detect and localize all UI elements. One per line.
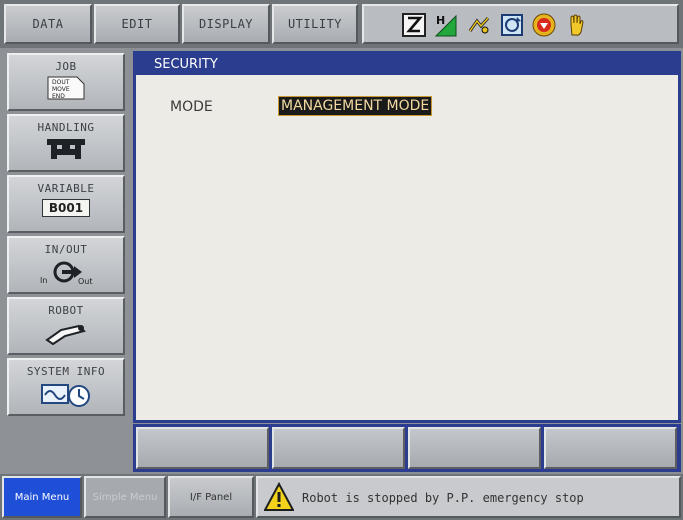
hand-icon <box>570 14 584 36</box>
if-panel-button[interactable]: I/F Panel <box>168 476 254 518</box>
variable-value: B001 <box>41 199 91 217</box>
stop-icon <box>532 13 556 37</box>
function-key-2[interactable] <box>272 427 405 469</box>
bottom-bar: Main Menu Simple Menu I/F Panel Robot is… <box>0 474 683 520</box>
menu-data-button[interactable]: DATA <box>4 4 92 44</box>
robot-arm-icon <box>45 324 86 346</box>
message-area[interactable]: Robot is stopped by P.P. emergency stop <box>256 476 681 518</box>
system-info-label: SYSTEM INFO <box>26 365 106 378</box>
function-key-4[interactable] <box>544 427 677 469</box>
in-out-button[interactable]: IN/OUT In Out <box>7 236 125 294</box>
variable-label: VARIABLE <box>37 182 95 195</box>
top-menu-bar: DATA EDIT DISPLAY UTILITY H <box>0 0 683 48</box>
in-out-icon: In Out <box>40 261 93 285</box>
variable-button[interactable]: VARIABLE B001 <box>7 175 125 233</box>
robot-label: ROBOT <box>48 304 84 317</box>
menu-edit-button[interactable]: EDIT <box>94 4 180 44</box>
job-icon-line-1: DOUT <box>52 79 70 86</box>
main-menu-panel: JOB DOUT MOVE END HANDLING VARIABLE B001… <box>0 48 130 518</box>
menu-utility-button[interactable]: UTILITY <box>272 4 358 44</box>
job-icon-line-3: END <box>52 93 65 100</box>
job-icon: DOUT MOVE END <box>47 76 85 100</box>
menu-display-button[interactable]: DISPLAY <box>182 4 270 44</box>
message-text: Robot is stopped by P.P. emergency stop <box>302 491 584 505</box>
simple-menu-button[interactable]: Simple Menu <box>84 476 166 518</box>
in-out-icon-out: Out <box>78 277 93 285</box>
warning-icon <box>264 482 294 511</box>
mode-label: MODE <box>170 99 213 115</box>
job-button[interactable]: JOB DOUT MOVE END <box>7 53 125 111</box>
system-info-button[interactable]: SYSTEM INFO <box>7 358 125 416</box>
status-bar: H <box>362 4 679 44</box>
system-info-icon <box>41 384 90 407</box>
function-key-3[interactable] <box>408 427 541 469</box>
speed-level-icon: H <box>434 14 457 37</box>
cycle-icon <box>501 14 523 36</box>
handling-button[interactable]: HANDLING <box>7 114 125 172</box>
window-title: SECURITY <box>154 57 218 72</box>
handling-label: HANDLING <box>37 121 95 134</box>
mode-value[interactable]: MANAGEMENT MODE <box>278 96 433 116</box>
job-icon-line-2: MOVE <box>52 86 70 93</box>
gripper-icon <box>47 139 85 159</box>
in-out-icon-in: In <box>40 276 47 285</box>
function-key-1[interactable] <box>136 427 269 469</box>
in-out-label: IN/OUT <box>44 243 88 256</box>
svg-text:H: H <box>436 14 445 27</box>
function-key-strip <box>133 424 681 472</box>
coordinate-icon <box>468 17 490 34</box>
teach-mode-icon <box>402 13 426 37</box>
robot-button[interactable]: ROBOT <box>7 297 125 355</box>
security-window: SECURITY MODE MANAGEMENT MODE <box>133 51 681 423</box>
main-menu-button[interactable]: Main Menu <box>2 476 82 518</box>
window-content: MODE MANAGEMENT MODE <box>136 75 678 420</box>
job-label: JOB <box>55 60 77 73</box>
